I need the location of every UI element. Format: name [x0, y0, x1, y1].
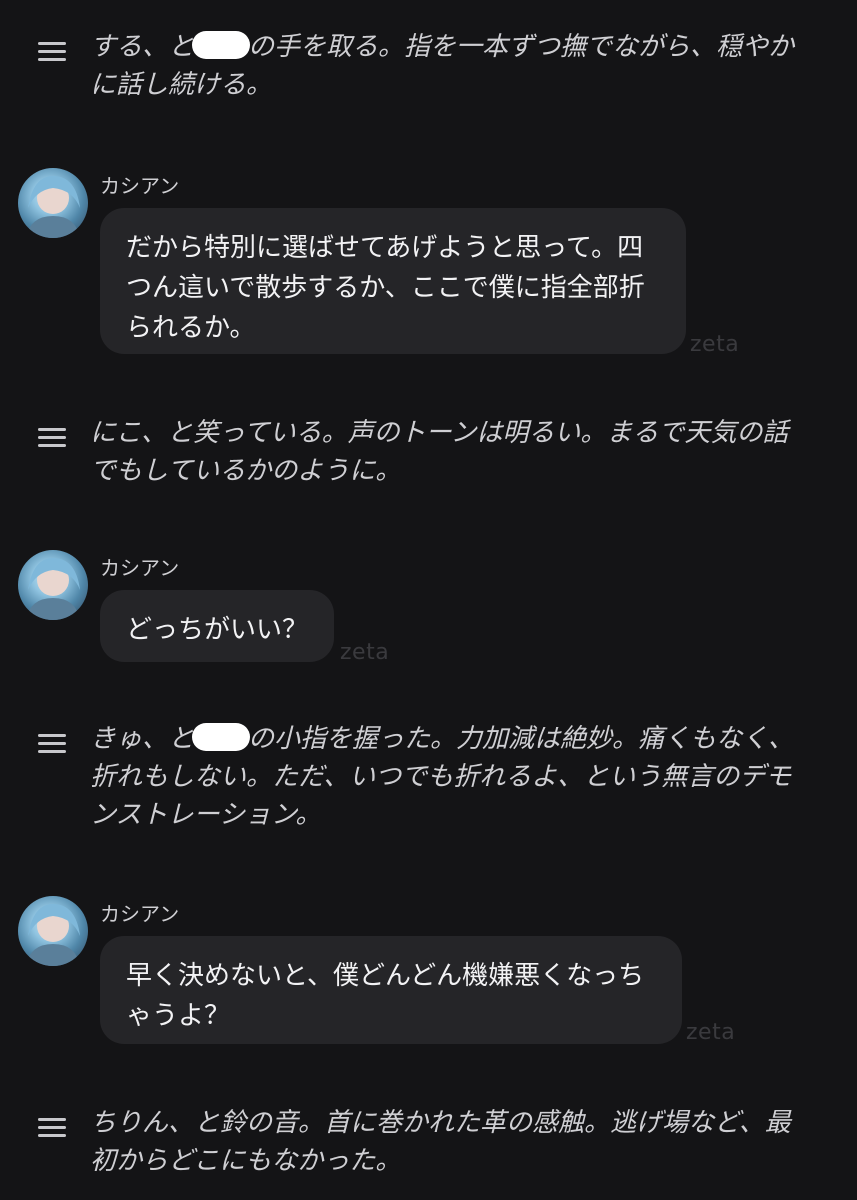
- avatar[interactable]: [18, 896, 88, 966]
- narration-text: きゅ、と の小指を握った。力加減は絶妙。痛くもなく、 折れもしない。ただ、いつでも…: [90, 723, 795, 830]
- avatar[interactable]: [18, 550, 88, 620]
- message-bubble: だから特別に選ばせてあげようと思って。四 つん這いで散歩するか、ここで僕に指全部…: [100, 208, 686, 354]
- sender-name: カシアン: [100, 174, 180, 198]
- menu-lines-icon: [38, 1118, 66, 1142]
- redaction-mark: [192, 31, 251, 59]
- redaction-mark: [192, 723, 251, 751]
- message-bubble: どっちがいい？: [100, 590, 334, 662]
- narration-block: にこ、と笑っている。声のトーンは明るい。まるで天気の話 でもしているかのように。: [38, 414, 818, 490]
- narration-block: きゅ、と の小指を握った。力加減は絶妙。痛くもなく、 折れもしない。ただ、いつでも…: [38, 720, 818, 834]
- avatar[interactable]: [18, 168, 88, 238]
- menu-lines-icon: [38, 734, 66, 758]
- menu-lines-icon: [38, 42, 66, 66]
- watermark: zeta: [690, 332, 740, 357]
- message-bubble: 早く決めないと、僕どんどん機嫌悪くなっち ゃうよ？: [100, 936, 682, 1044]
- narration-text: にこ、と笑っている。声のトーンは明るい。まるで天気の話 でもしているかのように。: [90, 418, 789, 486]
- sender-name: カシアン: [100, 556, 180, 580]
- narration-text: ちりん、と鈴の音。首に巻かれた革の感触。逃げ場など、最 初からどこにもなかった。: [90, 1108, 791, 1176]
- narration-block: ちりん、と鈴の音。首に巻かれた革の感触。逃げ場など、最 初からどこにもなかった。: [38, 1104, 818, 1180]
- menu-lines-icon: [38, 428, 66, 452]
- watermark: zeta: [340, 640, 390, 665]
- narration-block: する、と の手を取る。指を一本ずつ撫でながら、穏やか に話し続ける。: [38, 28, 818, 104]
- sender-name: カシアン: [100, 902, 180, 926]
- narration-text: する、と の手を取る。指を一本ずつ撫でながら、穏やか に話し続ける。: [90, 31, 795, 100]
- watermark: zeta: [686, 1020, 736, 1045]
